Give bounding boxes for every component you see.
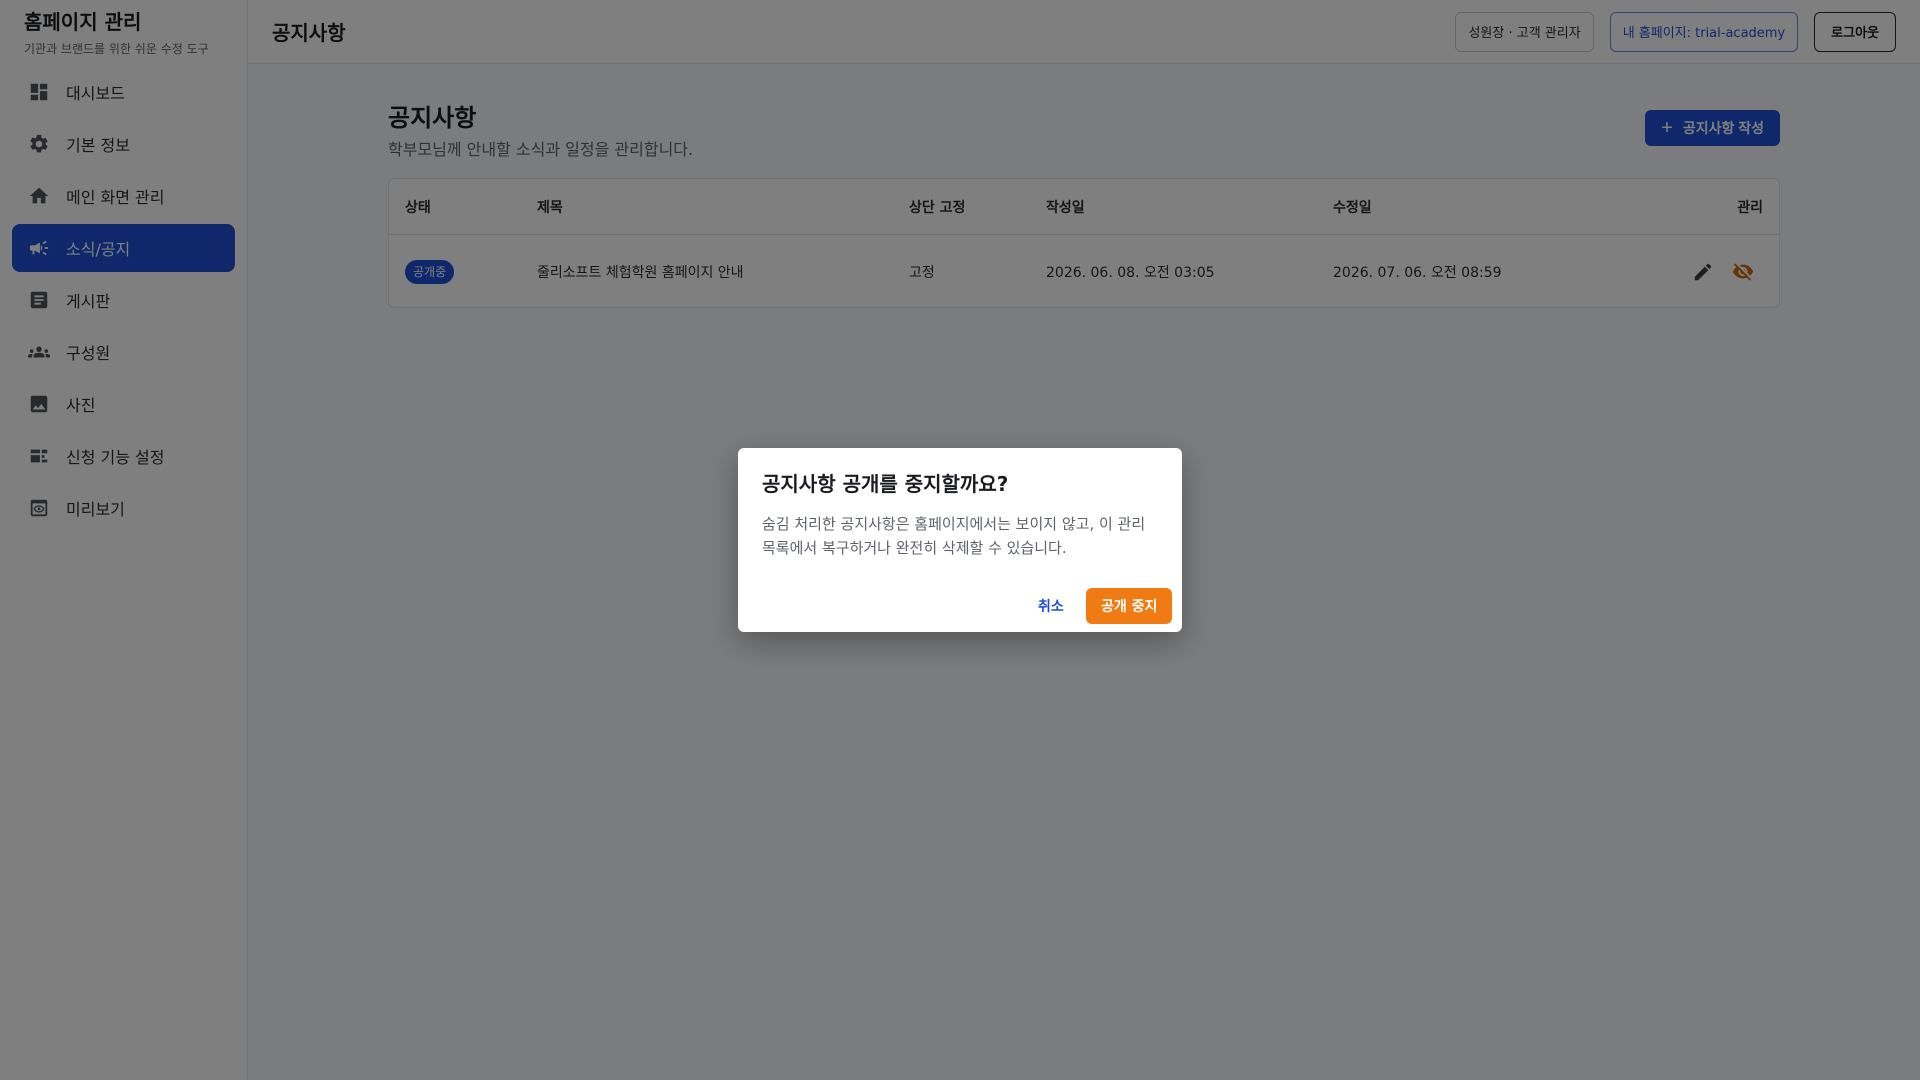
confirm-dialog: 공지사항 공개를 중지할까요? 숨김 처리한 공지사항은 홈페이지에서는 보이지… — [738, 448, 1182, 632]
dialog-message: 숨김 처리한 공지사항은 홈페이지에서는 보이지 않고, 이 관리 목록에서 복… — [762, 515, 1146, 557]
dialog-title: 공지사항 공개를 중지할까요? — [762, 472, 1009, 496]
stop-publishing-button[interactable]: 공개 중지 — [1086, 588, 1173, 624]
cancel-button[interactable]: 취소 — [1024, 588, 1078, 624]
